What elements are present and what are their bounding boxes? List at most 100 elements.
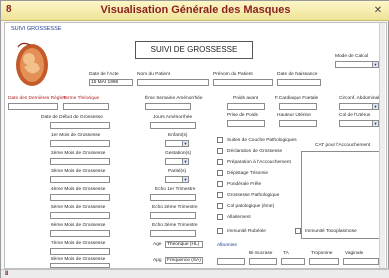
echo1-field[interactable] <box>150 194 196 201</box>
ta-field[interactable] <box>281 258 305 265</box>
age-label: Age <box>153 242 162 247</box>
jours-field[interactable] <box>150 122 196 129</box>
semaine-label: Ème Semaine Aménorrhée <box>145 96 203 101</box>
form-content: SUIVI GROSSESSE SUIVI DE GROSSESSE Date … <box>4 22 387 269</box>
enfant-select[interactable]: ▼ <box>165 140 189 147</box>
echo1-label: Echo 1er Trimestre <box>155 187 196 192</box>
chevron-down-icon: ▼ <box>182 141 188 146</box>
apgar-field[interactable]: Fréquence (SA) <box>165 257 203 264</box>
freq-foetale-field[interactable] <box>279 103 317 110</box>
prenom-label: Prénom du Patient <box>213 72 253 77</box>
albumine-field[interactable] <box>217 258 245 265</box>
circ-select[interactable]: ▼ <box>339 103 379 110</box>
immunite-rubeole-checkbox[interactable] <box>217 228 223 234</box>
allaitement-label: Allaitement <box>227 215 251 220</box>
date-acte-label: Date de l'Acte <box>89 72 119 77</box>
poids-field[interactable] <box>227 103 265 110</box>
troponine-field[interactable] <box>309 258 339 265</box>
declaration-label: Déclaration de Grossesse <box>227 149 283 154</box>
echo2-label: Echo 2ème Trimestre <box>152 205 198 210</box>
month-field-3[interactable] <box>50 176 110 183</box>
enfant-label: Enfant(s) <box>168 133 188 138</box>
month-field-1[interactable] <box>50 140 110 147</box>
troponine-label: Troponine <box>311 251 333 256</box>
parite-select[interactable]: ▼ <box>165 176 189 183</box>
vaginale-field[interactable] <box>343 258 379 265</box>
pathologique-label: Grossesse Pathologique <box>227 193 280 198</box>
parite-label: Parité(s) <box>168 169 187 174</box>
main-window: 8 Visualisation Générale des Masques ✕ S… <box>0 0 389 278</box>
month-field-2[interactable] <box>50 158 110 165</box>
chevron-down-icon: ▼ <box>182 177 188 182</box>
hauteur-uterine-label: Hauteur Utérine <box>277 113 311 118</box>
prise-poids-label: Prise de Poids <box>227 113 258 118</box>
fetus-illustration <box>12 39 50 89</box>
debut-grossesse-label: Date de Début de Grossesse <box>41 115 103 120</box>
month-field-4[interactable] <box>50 194 110 201</box>
mode-calcul-label: Mode de Calcul <box>335 54 369 59</box>
apgar-label: Apg <box>153 258 162 263</box>
echo3-field[interactable] <box>150 230 196 237</box>
prenom-field[interactable] <box>213 79 273 86</box>
month-label-5: 5ème Mois de Grossesse <box>51 205 106 210</box>
chevron-down-icon: ▼ <box>372 121 378 126</box>
bisucrase-field[interactable] <box>249 258 277 265</box>
month-field-5[interactable] <box>50 212 110 219</box>
gestation-select[interactable]: ▼ <box>165 158 189 165</box>
col-label: Col de l'Utérus <box>339 113 371 118</box>
suites-couche-checkbox[interactable] <box>217 137 223 143</box>
immunite-toxo-checkbox[interactable] <box>295 228 301 234</box>
close-icon[interactable]: ✕ <box>372 5 384 17</box>
vertical-scrollbar[interactable] <box>379 23 385 268</box>
dernieres-regles-field[interactable] <box>8 103 58 110</box>
declaration-checkbox[interactable] <box>217 148 223 154</box>
ta-label: TA <box>283 251 289 256</box>
col-pathologique-checkbox[interactable] <box>217 203 223 209</box>
section-label: SUIVI GROSSESSE <box>11 26 62 32</box>
month-label-7: 7ème Mois de Grossesse <box>51 241 106 246</box>
allaitement-checkbox[interactable] <box>217 214 223 220</box>
depistage-checkbox[interactable] <box>217 170 223 176</box>
cat-textarea[interactable] <box>301 151 381 239</box>
terme-theorique-label: Terme Théorique <box>63 96 100 101</box>
chevron-down-icon: ▼ <box>372 104 378 109</box>
month-label-8: 8ème Mois de Grossesse <box>51 257 106 262</box>
hauteur-uterine-field[interactable] <box>279 120 317 127</box>
month-label-1: 1er Mois de Grossesse <box>51 133 101 138</box>
chevron-down-icon: ▼ <box>372 62 378 67</box>
chevron-down-icon: ▼ <box>182 159 188 164</box>
form-title: SUIVI DE GROSSESSE <box>135 41 253 59</box>
naissance-label: Date de Naissance <box>277 72 318 77</box>
gestation-label: Gestation(s) <box>165 151 192 156</box>
pathologique-checkbox[interactable] <box>217 192 223 198</box>
debut-grossesse-field[interactable] <box>50 122 110 129</box>
month-label-2: 2ème Mois de Grossesse <box>51 151 106 156</box>
age-field[interactable]: Théorique (HL) <box>165 241 203 248</box>
month-field-8[interactable] <box>50 263 110 268</box>
dernieres-regles-label: Date des Dernières Règles <box>8 96 66 101</box>
prise-poids-field[interactable] <box>227 120 265 127</box>
ponderale-checkbox[interactable] <box>217 181 223 187</box>
circ-label: Circonf. Abdominale <box>339 96 382 101</box>
title-bar: 8 Visualisation Générale des Masques ✕ <box>1 1 389 21</box>
date-acte-field[interactable]: 15 MAI 1996 <box>89 79 133 86</box>
col-pathologique-label: Col patologique (ème) <box>227 204 275 209</box>
nom-field[interactable] <box>137 79 209 86</box>
month-field-6[interactable] <box>50 230 110 237</box>
vaginale-label: Vaginale <box>345 251 364 256</box>
ponderale-label: Pondérale Frêle <box>227 182 262 187</box>
semaine-field[interactable] <box>145 103 191 110</box>
month-label-6: 6ème Mois de Grossesse <box>51 223 106 228</box>
col-select[interactable]: ▼ <box>339 120 379 127</box>
echo2-field[interactable] <box>150 212 196 219</box>
naissance-field[interactable] <box>277 79 321 86</box>
mode-calcul-select[interactable]: ▼ <box>335 61 379 68</box>
suites-couche-label: Suites de Couche Pathologiques <box>227 138 297 143</box>
month-label-4: 4ème Mois de Grossesse <box>51 187 106 192</box>
preparation-label: Préparation à l'Accouchement <box>227 160 291 165</box>
preparation-checkbox[interactable] <box>217 159 223 165</box>
terme-theorique-field[interactable] <box>63 103 109 110</box>
month-field-7[interactable] <box>50 248 110 255</box>
cat-label: CAT pour l'Accouchement <box>315 143 371 148</box>
jours-label: Jours Aménorrhée <box>153 115 193 120</box>
